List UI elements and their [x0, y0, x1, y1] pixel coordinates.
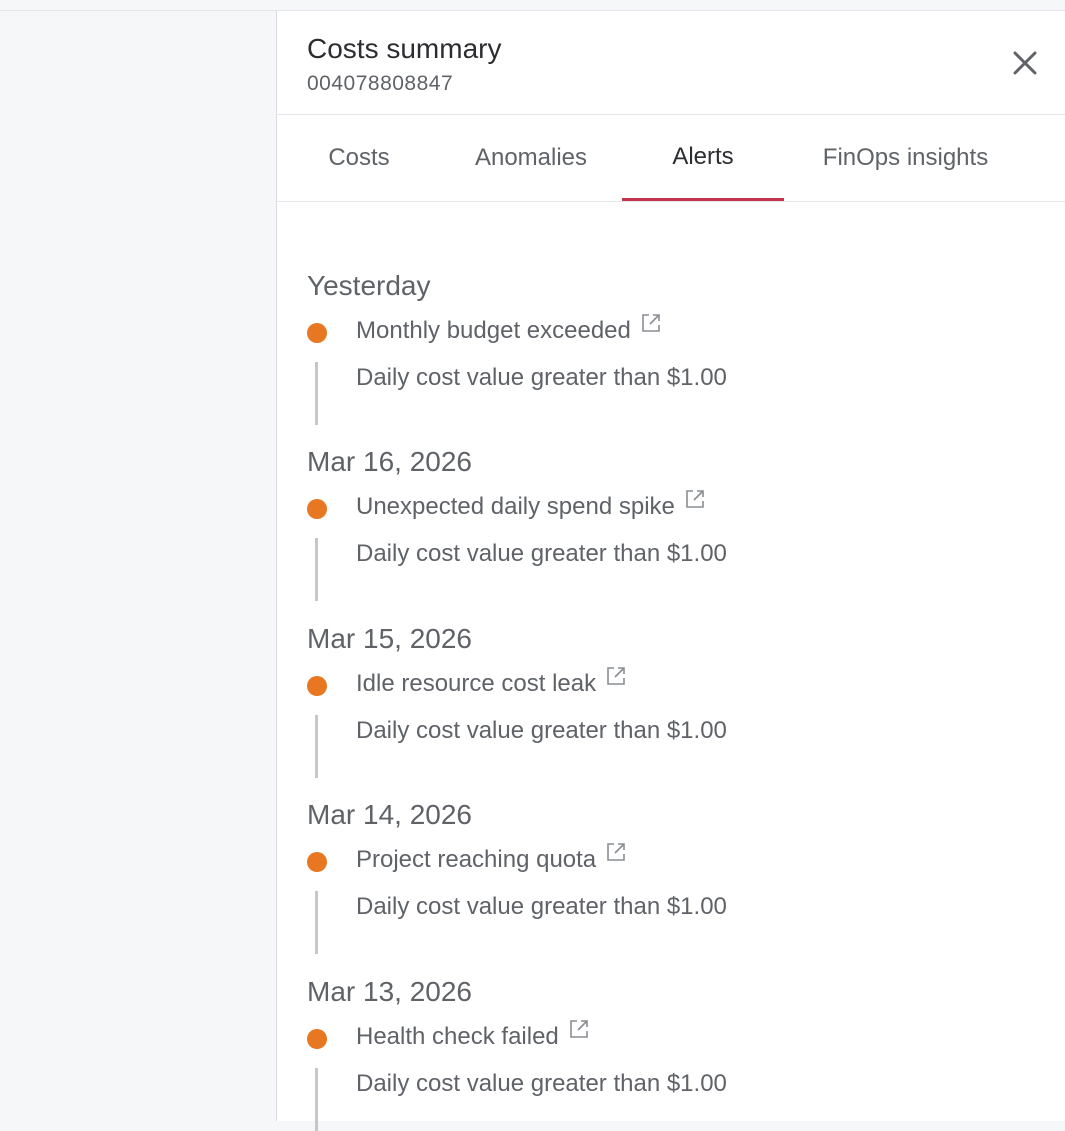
external-link-icon [607, 843, 625, 861]
external-link-icon [686, 490, 704, 508]
alert-description: Daily cost value greater than $1.00 [356, 1070, 727, 1097]
alert-date: Mar 16, 2026 [307, 446, 472, 477]
timeline-line [315, 1068, 318, 1131]
alert-description: Daily cost value greater than $1.00 [356, 540, 727, 567]
alert-name: Monthly budget exceeded [356, 317, 631, 344]
timeline-line [315, 362, 318, 425]
external-link-icon [607, 667, 625, 685]
alert-link[interactable]: Project reaching quota [356, 843, 626, 874]
close-icon [1013, 51, 1037, 75]
alert-description: Daily cost value greater than $1.00 [356, 893, 727, 920]
costs-summary-panel: Costs summary 004078808847 Costs Anomali… [276, 11, 1065, 1131]
alert-name: Unexpected daily spend spike [356, 493, 675, 520]
alert-date: Mar 13, 2026 [307, 976, 472, 1007]
external-link-icon [642, 314, 660, 332]
timeline-line [315, 715, 318, 778]
alert-link[interactable]: Monthly budget exceeded [356, 314, 661, 345]
alert-status-dot [307, 499, 327, 519]
alert-link[interactable]: Health check failed [356, 1020, 589, 1051]
alert-date: Yesterday [307, 270, 431, 301]
alert-name: Health check failed [356, 1023, 559, 1050]
alert-status-dot [307, 676, 327, 696]
alert-name: Project reaching quota [356, 846, 597, 873]
background-pane [0, 11, 276, 1121]
panel-title: Costs summary [307, 33, 502, 64]
account-id: 004078808847 [307, 72, 454, 95]
alert-name: Idle resource cost leak [356, 670, 597, 697]
panel-header: Costs summary 004078808847 [277, 11, 1065, 115]
alert-link[interactable]: Unexpected daily spend spike [356, 490, 705, 521]
alert-date: Mar 15, 2026 [307, 623, 472, 654]
tab-bar: Costs Anomalies Alerts FinOps insights [277, 115, 1065, 202]
external-link-icon [569, 1020, 588, 1038]
alert-date: Mar 14, 2026 [307, 799, 472, 830]
tab-alerts[interactable]: Alerts [622, 115, 784, 201]
tab-costs[interactable]: Costs [297, 115, 421, 201]
timeline-line [315, 891, 318, 954]
alert-status-dot [307, 1029, 327, 1049]
close-button[interactable] [1007, 45, 1043, 81]
alert-description: Daily cost value greater than $1.00 [356, 364, 727, 391]
tab-anomalies[interactable]: Anomalies [447, 115, 615, 201]
alert-status-dot [307, 852, 327, 872]
alerts-list: Yesterday Monthly budget exceeded Daily … [277, 202, 1065, 1131]
alert-description: Daily cost value greater than $1.00 [356, 717, 727, 744]
tab-finops-insights[interactable]: FinOps insights [797, 115, 1014, 201]
timeline-line [315, 538, 318, 601]
alert-status-dot [307, 323, 327, 343]
alert-link[interactable]: Idle resource cost leak [356, 667, 626, 698]
